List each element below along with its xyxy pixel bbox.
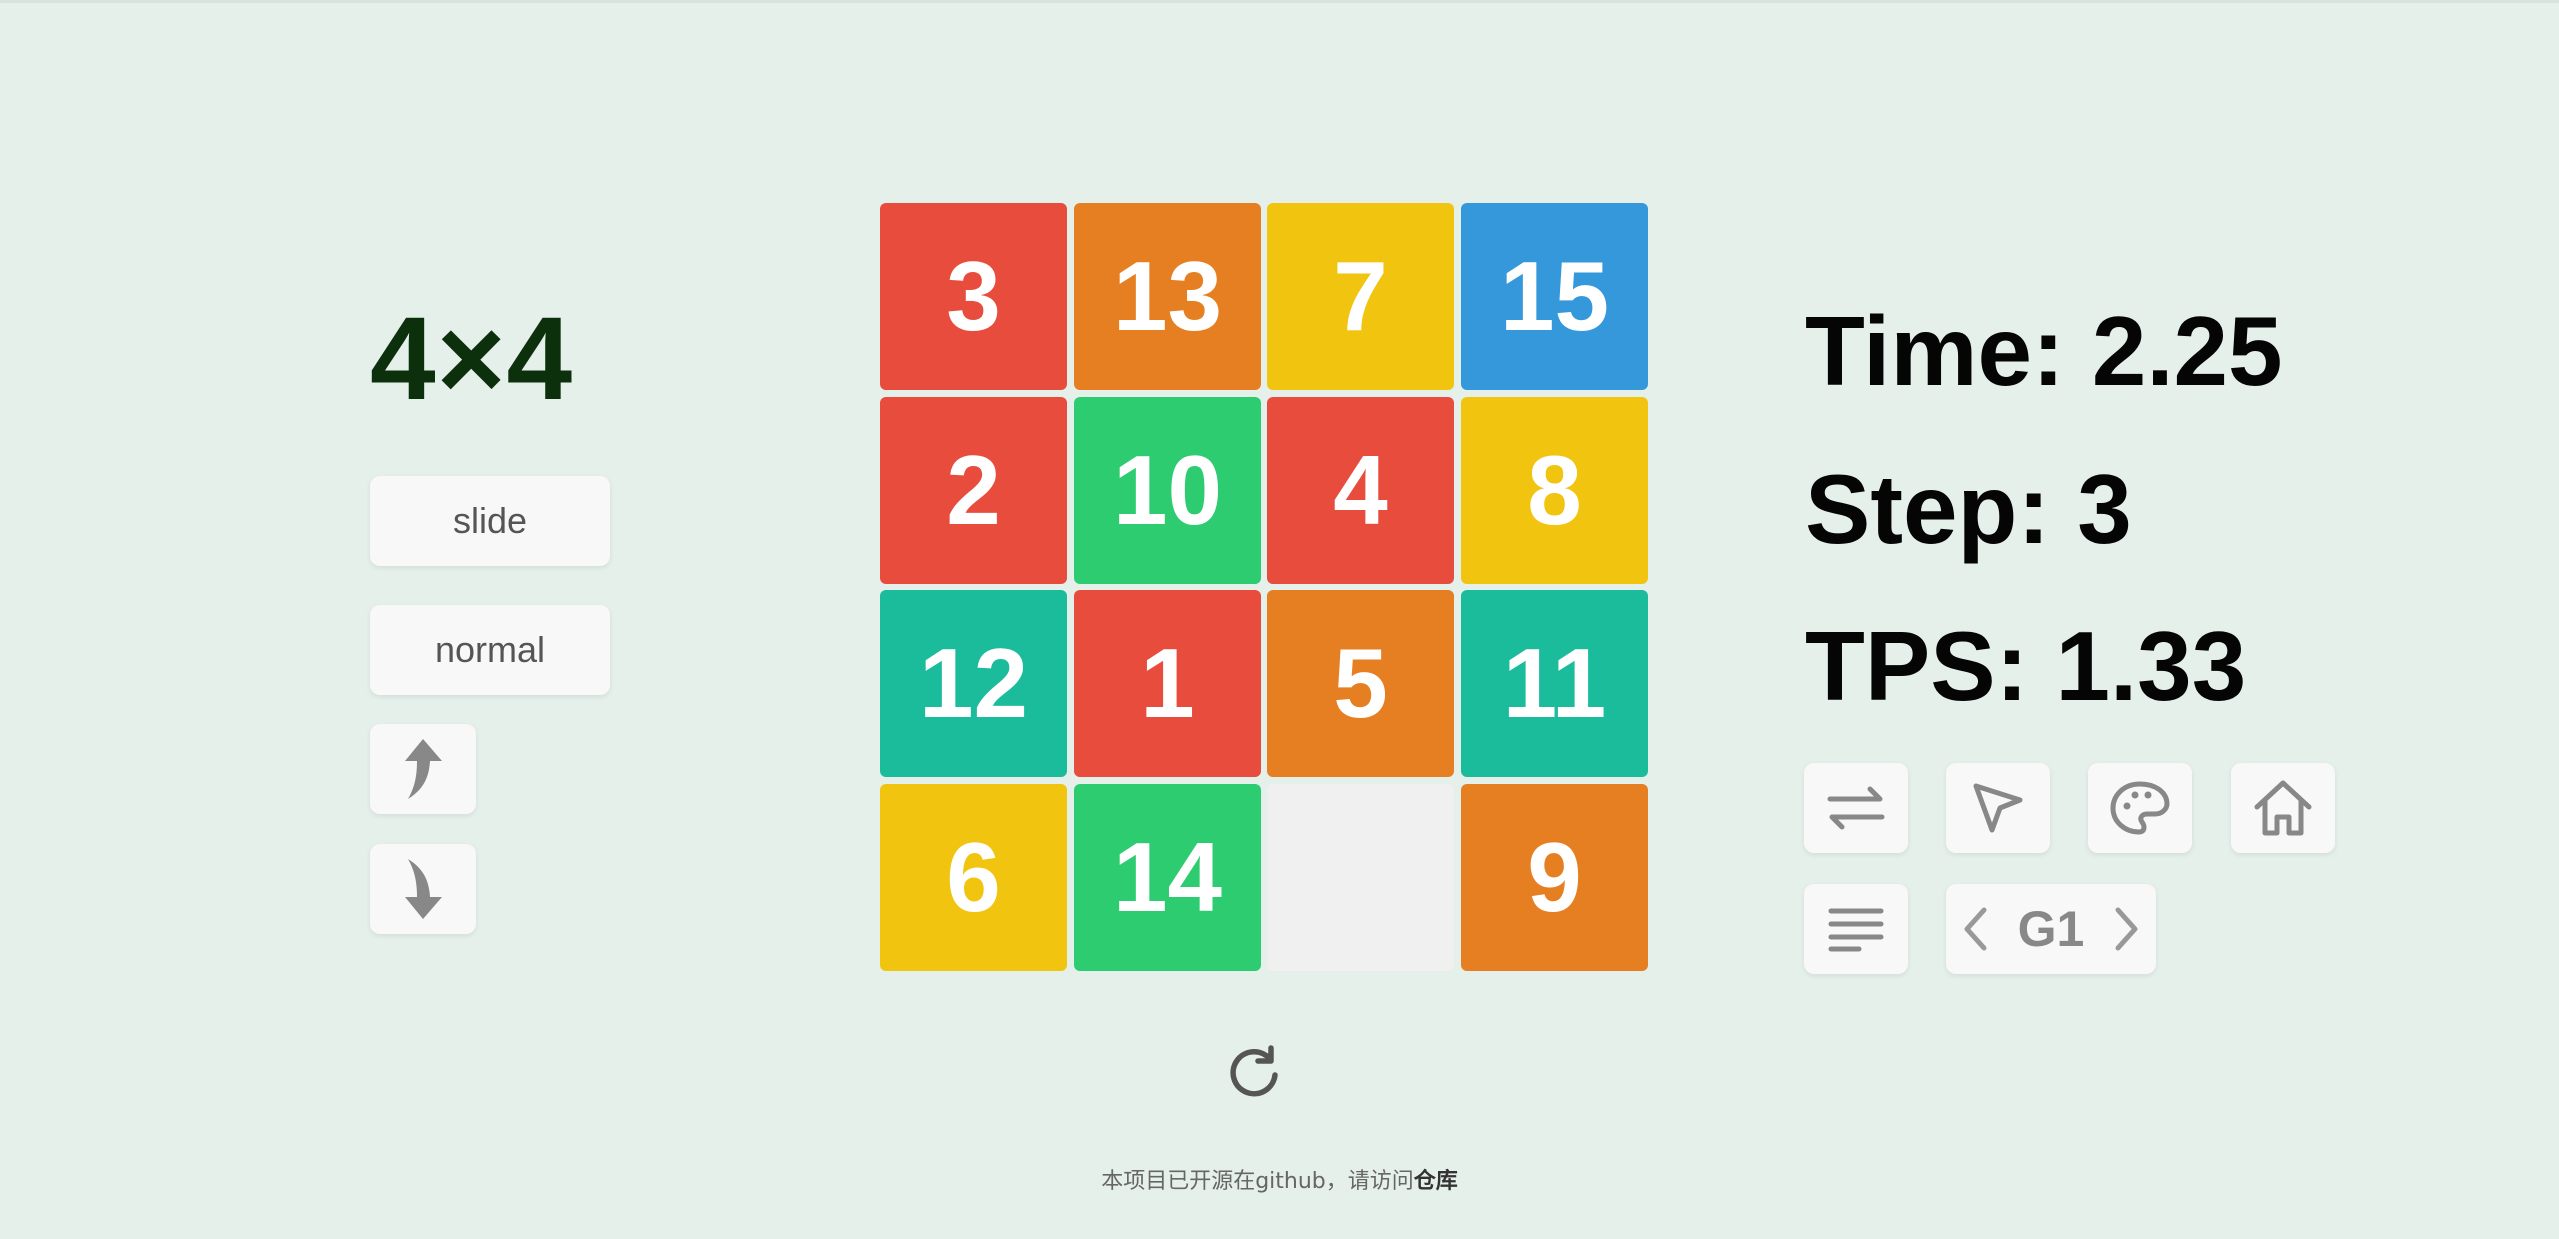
tile-9[interactable]: 9 [1461, 784, 1648, 971]
tile-7[interactable]: 7 [1267, 203, 1454, 390]
tile-14[interactable]: 14 [1074, 784, 1261, 971]
chevron-left-icon [1962, 906, 1988, 952]
step-stat: Step: 3 [1805, 454, 2132, 564]
tile-15[interactable]: 15 [1461, 203, 1648, 390]
previous-game-button[interactable] [1962, 906, 1988, 952]
tile-2[interactable]: 2 [880, 397, 1067, 584]
menu-lines-icon [1827, 906, 1885, 952]
game-label: G1 [2017, 901, 2085, 957]
curved-arrow-up-icon [398, 737, 448, 801]
curved-arrow-down-icon [398, 857, 448, 921]
empty-cell[interactable] [1267, 784, 1454, 971]
time-stat: Time: 2.25 [1805, 296, 2283, 406]
swap-arrows-icon [1826, 783, 1886, 833]
tile-5[interactable]: 5 [1267, 590, 1454, 777]
tps-stat: TPS: 1.33 [1805, 611, 2247, 721]
home-icon [2253, 779, 2313, 837]
tile-3[interactable]: 3 [880, 203, 1067, 390]
tile-13[interactable]: 13 [1074, 203, 1261, 390]
tile-6[interactable]: 6 [880, 784, 1067, 971]
rotate-up-button[interactable] [370, 724, 476, 814]
swap-button[interactable] [1804, 763, 1908, 853]
rotate-down-button[interactable] [370, 844, 476, 934]
difficulty-button[interactable]: normal [370, 605, 610, 695]
refresh-icon [1226, 1045, 1282, 1105]
chevron-right-icon [2114, 906, 2140, 952]
tile-12[interactable]: 12 [880, 590, 1067, 777]
repository-link[interactable]: 仓库 [1414, 1169, 1458, 1194]
theme-button[interactable] [2088, 763, 2192, 853]
home-button[interactable] [2231, 763, 2335, 853]
tile-11[interactable]: 11 [1461, 590, 1648, 777]
mode-button[interactable]: slide [370, 476, 610, 566]
tile-8[interactable]: 8 [1461, 397, 1648, 584]
top-border [0, 0, 2559, 3]
tile-1[interactable]: 1 [1074, 590, 1261, 777]
menu-button[interactable] [1804, 884, 1908, 974]
footer: 本项目已开源在github，请访问仓库 [0, 1163, 2559, 1195]
game-selector: G1 [1946, 884, 2156, 974]
next-game-button[interactable] [2114, 906, 2140, 952]
cursor-pointer-icon [1970, 780, 2026, 836]
cursor-mode-button[interactable] [1946, 763, 2050, 853]
refresh-button[interactable] [1226, 1045, 1282, 1101]
tile-10[interactable]: 10 [1074, 397, 1261, 584]
puzzle-size-title: 4×4 [370, 293, 574, 425]
tile-4[interactable]: 4 [1267, 397, 1454, 584]
footer-text: 本项目已开源在github，请访问 [1101, 1169, 1414, 1194]
palette-icon [2109, 780, 2171, 836]
puzzle-board: 3 13 7 15 2 10 4 8 12 1 5 11 6 14 9 [880, 203, 1648, 971]
